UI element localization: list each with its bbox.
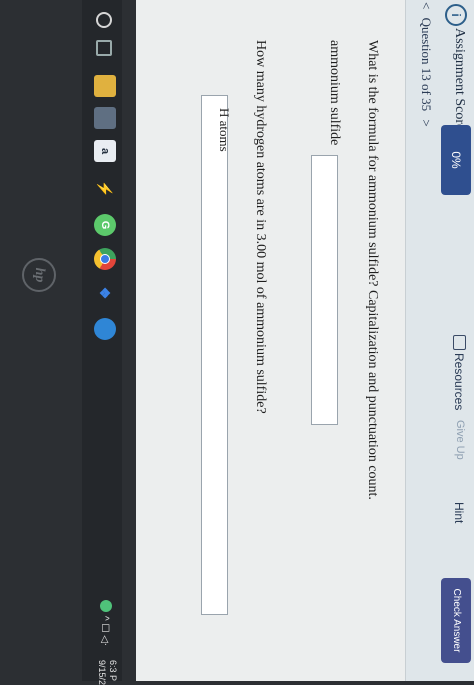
clock-date: 9/15/2 <box>97 660 107 685</box>
chrome-icon[interactable] <box>94 248 116 270</box>
file-explorer-icon[interactable] <box>94 75 116 97</box>
g-app-icon[interactable]: G <box>94 214 116 236</box>
dropbox-icon[interactable]: ❖ <box>94 282 116 304</box>
score-badge: 0% <box>441 125 471 195</box>
task-view-icon[interactable] <box>96 40 112 56</box>
resources-label: Resources <box>452 353 466 411</box>
start-button-icon[interactable] <box>96 12 112 28</box>
rotated-screen: i Assignment Score: 0% Resources Give Up… <box>0 0 474 685</box>
amazon-icon[interactable]: a <box>94 140 116 162</box>
question-navigation: < Question 13 of 35 > <box>418 2 434 132</box>
store-icon[interactable] <box>94 107 116 129</box>
question-1-text: What is the formula for ammonium sulfide… <box>365 40 380 500</box>
taskbar-clock[interactable]: 6:3 P 9/15/2 <box>96 660 118 685</box>
assignment-header: i Assignment Score: 0% Resources Give Up… <box>405 0 474 681</box>
question-2-text: How many hydrogen atoms are in 3.00 mol … <box>253 40 268 414</box>
ammonium-sulfide-label: ammonium sulfide <box>327 40 342 146</box>
bolt-app-icon[interactable]: ⚡ <box>94 178 116 200</box>
windows-taskbar: a ⚡ G ❖ ^ ☐ ◁ᐧ 6:3 P 9/15/2 <box>82 0 122 685</box>
resources-icon <box>453 335 466 350</box>
previous-question-button[interactable]: < <box>419 2 434 9</box>
next-question-button[interactable]: > <box>419 119 434 126</box>
tray-icons[interactable]: ^ ☐ ◁ᐧ <box>99 616 110 645</box>
hp-logo: hp <box>22 258 56 292</box>
h-atoms-label: H atoms <box>217 108 232 152</box>
give-up-button[interactable]: Give Up <box>454 420 466 460</box>
ammonium-sulfide-input[interactable] <box>311 155 338 425</box>
system-tray[interactable]: ^ ☐ ◁ᐧ <box>99 600 112 645</box>
check-answer-button[interactable]: Check Answer <box>441 578 471 663</box>
question-counter: Question 13 of 35 <box>419 17 434 112</box>
h-atoms-input[interactable] <box>201 95 228 615</box>
resources-button[interactable]: Resources <box>452 335 466 410</box>
info-icon[interactable]: i <box>445 4 467 26</box>
score-label: Assignment Score: <box>452 28 467 135</box>
edge-icon[interactable] <box>94 318 116 340</box>
clock-time: 6:3 P <box>108 660 118 682</box>
tray-app-icon[interactable] <box>100 600 112 612</box>
hint-button[interactable]: Hint <box>452 502 466 523</box>
